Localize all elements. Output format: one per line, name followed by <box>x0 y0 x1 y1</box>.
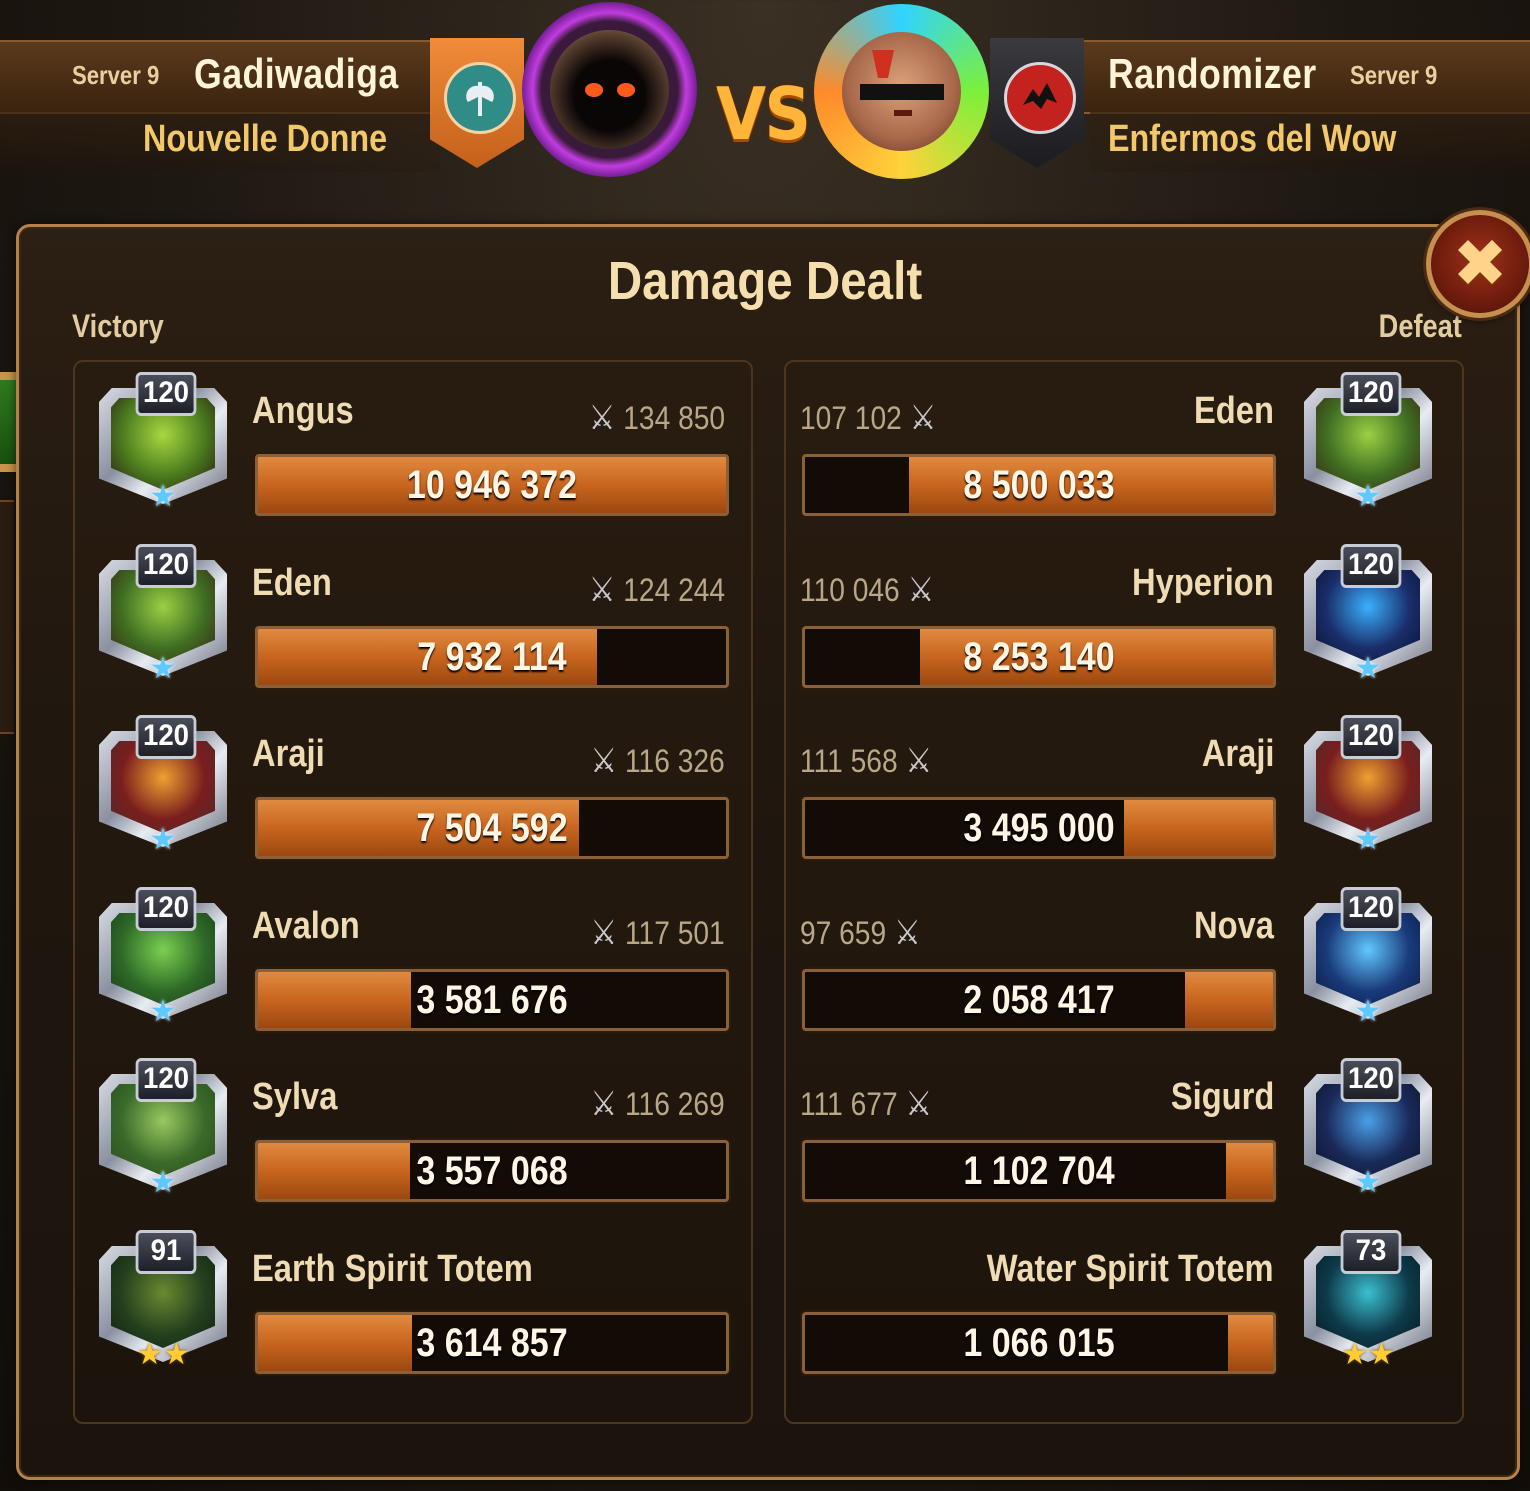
hero-power-value: 111 677 <box>800 1086 898 1122</box>
hero-power: 97 659 ⚔ <box>800 913 921 953</box>
hooded-face-icon <box>585 83 635 97</box>
hero-level-badge: 73 <box>1340 1230 1402 1274</box>
hero-avatar[interactable]: 120 ★ <box>1298 370 1438 520</box>
right-hero-row[interactable]: 120 ★ Eden 107 102 ⚔ 8 500 033 <box>0 370 1530 530</box>
hero-level-badge: 120 <box>1340 715 1402 759</box>
hero-level-badge: 120 <box>1340 372 1402 416</box>
star-rank-icon: ★ <box>1354 995 1382 1028</box>
damage-bar: 8 500 033 <box>802 454 1276 516</box>
right-result-label: Defeat <box>1378 308 1462 344</box>
damage-value: 3 495 000 <box>963 806 1115 850</box>
right-hero-row[interactable]: 120 ★ Sigurd 111 677 ⚔ 1 102 704 <box>0 1056 1530 1216</box>
left-player-name[interactable]: Gadiwadiga <box>194 50 399 98</box>
hero-avatar[interactable]: 120 ★ <box>1298 1056 1438 1206</box>
hero-power-value: 110 046 <box>800 572 900 608</box>
right-hero-row[interactable]: 120 ★ Nova 97 659 ⚔ 2 058 417 <box>0 885 1530 1045</box>
close-icon: ✖ <box>1452 225 1508 302</box>
damage-value: 8 500 033 <box>963 463 1115 507</box>
damage-bar: 1 102 704 <box>802 1140 1276 1202</box>
panel-title: Damage Dealt <box>607 251 923 311</box>
star-rank-icon: ★ <box>1354 652 1382 685</box>
hero-avatar[interactable]: 73 ★★ <box>1298 1228 1438 1378</box>
hero-name: Water Spirit Totem <box>987 1248 1274 1290</box>
hero-level-badge: 120 <box>1340 1058 1402 1102</box>
damage-bar: 8 253 140 <box>802 626 1276 688</box>
star-rank-icon: ★ <box>1354 480 1382 513</box>
hero-avatar[interactable]: 120 ★ <box>1298 542 1438 692</box>
star-rank-icon: ★ <box>1354 1166 1382 1199</box>
hero-avatar[interactable]: 120 ★ <box>1298 713 1438 863</box>
hero-avatar[interactable]: 120 ★ <box>1298 885 1438 1035</box>
hero-power-value: 97 659 <box>800 915 887 951</box>
left-result-label: Victory <box>72 308 164 344</box>
hero-power-value: 111 568 <box>800 743 898 779</box>
hero-power: 111 568 ⚔ <box>800 741 932 781</box>
hero-name: Araji <box>1201 733 1274 775</box>
star-rank-icon: ★★ <box>1341 1338 1395 1371</box>
hero-name: Hyperion <box>1132 562 1274 604</box>
damage-bar: 3 495 000 <box>802 797 1276 859</box>
dragon-icon <box>1004 62 1076 134</box>
left-guild-name[interactable]: Nouvelle Donne <box>143 118 387 161</box>
hero-name: Eden <box>1194 390 1274 432</box>
right-player-name[interactable]: Randomizer <box>1108 50 1317 98</box>
right-server-label: Server 9 <box>1350 60 1438 90</box>
hero-power: 110 046 ⚔ <box>800 570 934 610</box>
hero-name: Sigurd <box>1170 1076 1274 1118</box>
crossed-swords-icon: ⚔ <box>905 741 933 781</box>
hero-power: 111 677 ⚔ <box>800 1084 932 1124</box>
right-hero-row[interactable]: 120 ★ Araji 111 568 ⚔ 3 495 000 <box>0 713 1530 873</box>
crossed-swords-icon: ⚔ <box>909 398 937 438</box>
left-guild-banner[interactable] <box>430 38 524 168</box>
hero-level-badge: 120 <box>1340 544 1402 588</box>
crossed-swords-icon: ⚔ <box>893 913 921 953</box>
hero-power: 107 102 ⚔ <box>800 398 936 438</box>
left-player-avatar[interactable] <box>522 2 697 177</box>
damage-value: 2 058 417 <box>963 978 1115 1022</box>
right-hero-row[interactable]: 120 ★ Hyperion 110 046 ⚔ 8 253 140 <box>0 542 1530 702</box>
crossed-swords-icon: ⚔ <box>907 570 935 610</box>
right-player-avatar[interactable] <box>814 4 989 179</box>
damage-value: 8 253 140 <box>963 635 1115 679</box>
damage-bar: 2 058 417 <box>802 969 1276 1031</box>
hero-level-badge: 120 <box>1340 887 1402 931</box>
damage-value: 1 102 704 <box>963 1149 1115 1193</box>
hero-power-value: 107 102 <box>800 400 902 436</box>
right-guild-banner[interactable] <box>990 38 1084 168</box>
close-button[interactable]: ✖ <box>1426 210 1530 318</box>
sunglasses-face-icon <box>860 50 944 116</box>
right-hero-row[interactable]: 73 ★★ Water Spirit Totem 1 066 015 <box>0 1228 1530 1388</box>
axe-icon <box>444 62 516 134</box>
hero-name: Nova <box>1194 905 1274 947</box>
damage-value: 1 066 015 <box>963 1321 1115 1365</box>
crossed-swords-icon: ⚔ <box>905 1084 933 1124</box>
left-server-label: Server 9 <box>72 60 160 90</box>
vs-label: VS <box>716 72 811 156</box>
damage-bar: 1 066 015 <box>802 1312 1276 1374</box>
right-guild-name[interactable]: Enfermos del Wow <box>1108 118 1396 161</box>
star-rank-icon: ★ <box>1354 823 1382 856</box>
